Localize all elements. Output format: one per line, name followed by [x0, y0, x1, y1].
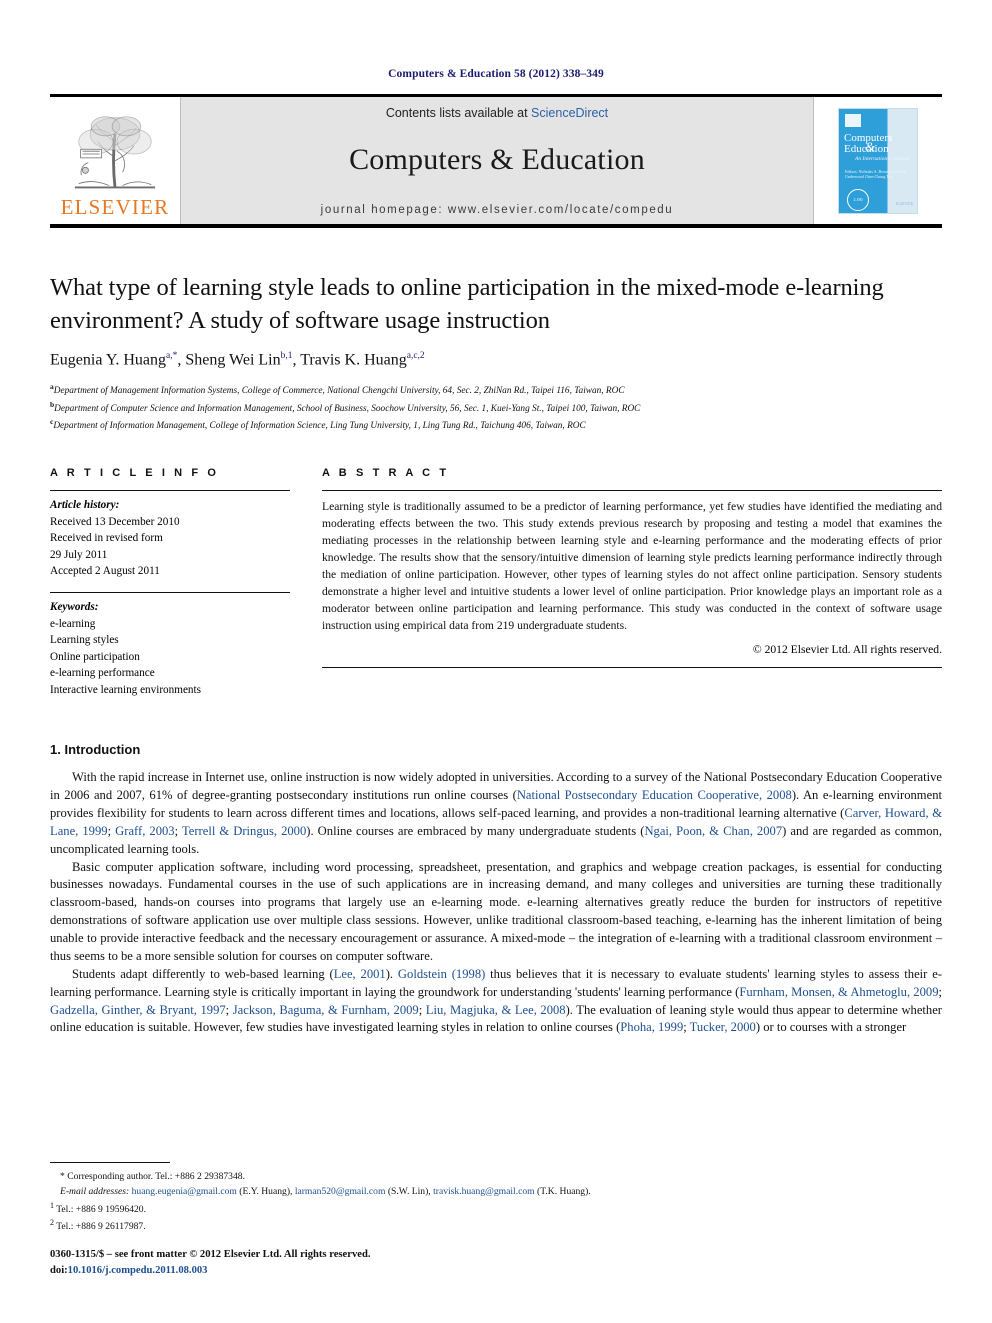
introduction-paragraph: Basic computer application software, inc… — [50, 859, 942, 963]
introduction-paragraph: With the rapid increase in Internet use,… — [50, 770, 943, 856]
article-history-line: Received in revised form — [50, 532, 163, 545]
email-addresses-note: E-mail addresses: huang.eugenia@gmail.co… — [60, 1186, 591, 1198]
footnote-tel-text: Tel.: +886 9 19596420. — [56, 1203, 146, 1215]
journal-title: Computers & Education — [349, 142, 645, 176]
author-list: Eugenia Y. Huanga,*, Sheng Wei Linb,1, T… — [50, 351, 425, 369]
journal-homepage-line[interactable]: journal homepage: www.elsevier.com/locat… — [181, 197, 813, 224]
affiliation-text: Department of Information Management, Co… — [53, 421, 586, 432]
author-affiliation-mark: a,c,2 — [406, 351, 425, 362]
running-head: Computers & Education 58 (2012) 338–349 — [388, 68, 604, 80]
author-affiliation-mark: a,* — [165, 351, 178, 362]
abstract-copyright: © 2012 Elsevier Ltd. All rights reserved… — [752, 643, 942, 657]
keywords-block: Keywords: e-learning Learning styles Onl… — [50, 593, 290, 698]
journal-cover-block: Computers Education & An International J… — [814, 97, 942, 224]
masthead-center: Contents lists available at ScienceDirec… — [180, 97, 814, 224]
email-address[interactable]: travisk.huang@gmail.com — [433, 1186, 535, 1197]
introduction-section: 1. Introduction With the rapid increase … — [50, 742, 942, 1037]
elsevier-wordmark: ELSEVIER — [60, 195, 170, 219]
cover-ampersand: & — [865, 138, 876, 154]
article-info-column: A R T I C L E I N F O Article history: R… — [50, 467, 290, 698]
article-history-line: Received 13 December 2010 — [50, 515, 180, 528]
author-name: Eugenia Y. Huang — [50, 351, 166, 369]
article-title: What type of learning style leads to onl… — [50, 274, 884, 334]
author-name: Sheng Wei Lin — [185, 351, 281, 369]
footnote-mark: 2 — [50, 1218, 54, 1228]
colophon: 0360-1315/$ – see front matter © 2012 El… — [50, 1247, 370, 1279]
affiliation-item: aDepartment of Management Information Sy… — [50, 381, 942, 398]
doi-value[interactable]: 10.1016/j.compedu.2011.08.003 — [68, 1265, 208, 1276]
affiliation-text: Department of Computer Science and Infor… — [54, 403, 641, 414]
paper-page: Computers & Education 58 (2012) 338–349 — [0, 0, 992, 1323]
footnote-tel-2: 2 Tel.: +886 9 26117987. — [50, 1217, 942, 1235]
article-history-line: 29 July 2011 — [50, 548, 108, 561]
abstract-column: A B S T R A C T Learning style is tradit… — [322, 467, 942, 698]
email-addresses-label: E-mail addresses: — [60, 1186, 130, 1198]
info-abstract-region: A R T I C L E I N F O Article history: R… — [50, 467, 942, 698]
doi-line: doi:10.1016/j.compedu.2011.08.003 — [50, 1263, 370, 1279]
publisher-logo-block: ELSEVIER — [50, 97, 180, 224]
footnote-region: * Corresponding author. Tel.: +886 2 293… — [50, 1161, 942, 1236]
cover-editors: Editors: Nicholas A. Bowen Jean D.M. Und… — [845, 168, 908, 180]
keyword-item: e-learning — [50, 617, 96, 630]
author-affiliation-mark: b,1 — [280, 351, 293, 362]
keyword-item: Learning styles — [50, 634, 119, 647]
journal-cover-thumbnail: Computers Education & An International J… — [838, 107, 918, 214]
abstract-text: Learning style is traditionally assumed … — [322, 500, 942, 633]
article-history-label: Article history: — [50, 499, 120, 512]
cover-publisher-name: ELSEVIER — [896, 201, 913, 206]
keyword-item: e-learning performance — [50, 667, 155, 680]
keywords-label: Keywords: — [50, 601, 99, 614]
affiliation-text: Department of Management Information Sys… — [53, 386, 625, 397]
affiliation-item: cDepartment of Information Management, C… — [50, 416, 942, 433]
keyword-item: Online participation — [50, 650, 140, 663]
sciencedirect-link[interactable]: ScienceDirect — [531, 106, 608, 120]
email-owner: (E.Y. Huang) — [239, 1186, 291, 1198]
article-history: Article history: Received 13 December 20… — [50, 491, 290, 579]
abstract-bottom-rule — [322, 667, 942, 669]
footnote-tel-1: 1 Tel.: +886 9 19596420. — [50, 1200, 942, 1218]
footnote-rule — [50, 1161, 170, 1163]
introduction-heading: 1. Introduction — [50, 742, 141, 758]
author-name: Travis K. Huang — [300, 351, 407, 369]
cover-impact-badge: 2.190 — [847, 188, 869, 211]
article-history-line: Accepted 2 August 2011 — [50, 564, 160, 577]
doi-prefix: doi: — [50, 1265, 68, 1277]
cover-publisher-logo-icon — [845, 113, 861, 127]
footnote-tel-text: Tel.: +886 9 26117987. — [56, 1221, 146, 1233]
elsevier-tree-icon — [74, 116, 156, 189]
abstract-heading: A B S T R A C T — [322, 467, 450, 480]
footnote-mark: 1 — [50, 1200, 54, 1210]
corresponding-author-note: * Corresponding author. Tel.: +886 2 293… — [60, 1170, 245, 1182]
cover-subtitle: An International Journal — [855, 155, 910, 162]
email-owner: (S.W. Lin) — [387, 1186, 429, 1198]
email-address[interactable]: huang.eugenia@gmail.com — [132, 1186, 237, 1197]
front-matter-line: 0360-1315/$ – see front matter © 2012 El… — [50, 1249, 371, 1261]
email-address[interactable]: larman520@gmail.com — [295, 1186, 386, 1197]
affiliation-list: aDepartment of Management Information Sy… — [50, 381, 942, 433]
introduction-paragraph: Students adapt differently to web-based … — [50, 966, 943, 1035]
journal-masthead: ELSEVIER Contents lists available at Sci… — [50, 94, 942, 228]
affiliation-item: bDepartment of Computer Science and Info… — [50, 399, 942, 416]
article-info-heading: A R T I C L E I N F O — [50, 467, 219, 480]
contents-available-line: Contents lists available at ScienceDirec… — [386, 106, 608, 120]
email-owner: (T.K. Huang) — [537, 1186, 589, 1198]
keyword-item: Interactive learning environments — [50, 683, 201, 696]
title-block: What type of learning style leads to onl… — [50, 272, 942, 433]
contents-prefix: Contents lists available at — [385, 106, 532, 120]
